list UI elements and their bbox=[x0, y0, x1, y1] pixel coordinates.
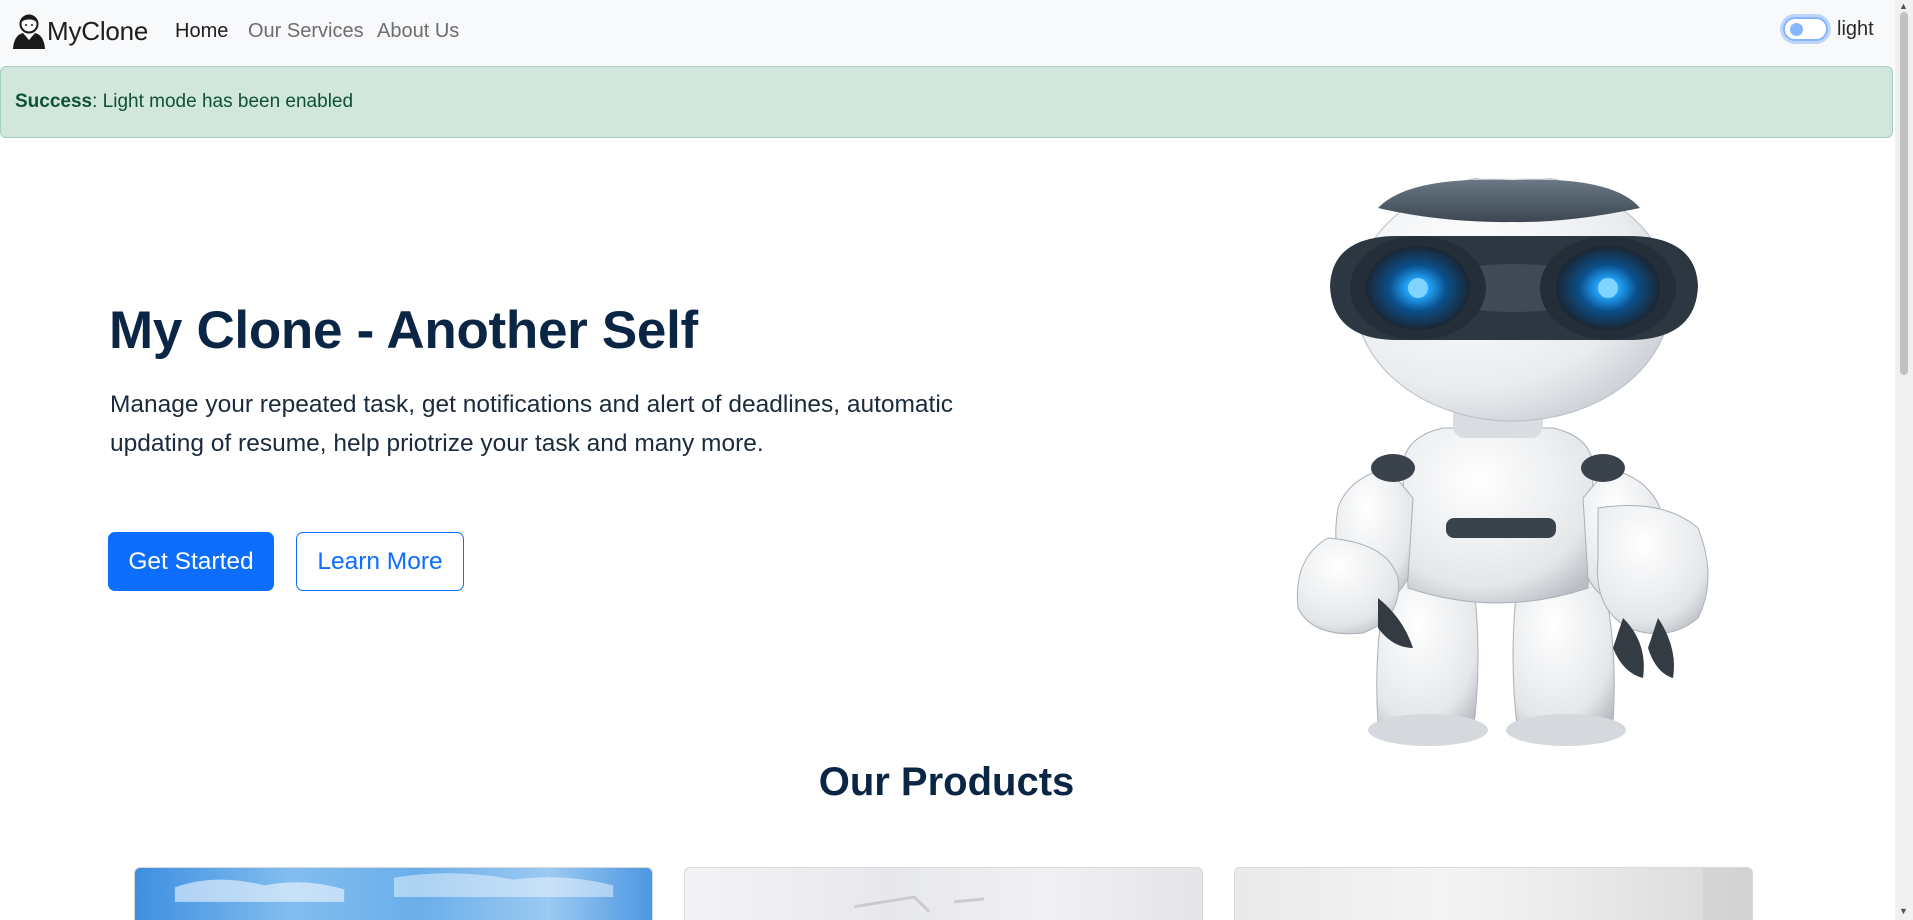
product-card[interactable] bbox=[684, 867, 1203, 920]
robot-illustration bbox=[1296, 178, 1709, 746]
navbar: MyClone Home Our Services About Us light bbox=[0, 0, 1895, 65]
get-started-button[interactable]: Get Started bbox=[108, 532, 274, 591]
product-image-sky bbox=[174, 873, 614, 902]
brand-link[interactable]: MyClone bbox=[12, 13, 148, 49]
toggle-knob bbox=[1790, 23, 1803, 36]
theme-toggle: light bbox=[1783, 17, 1874, 41]
scroll-up-icon[interactable]: ▲ bbox=[1899, 2, 1908, 11]
brand-name: MyClone bbox=[47, 15, 149, 46]
theme-toggle-switch[interactable] bbox=[1783, 17, 1828, 41]
product-image-gray bbox=[1703, 868, 1752, 920]
product-image-white bbox=[854, 895, 984, 913]
page-scrollbar[interactable]: ▲ ▼ bbox=[1895, 0, 1913, 920]
product-card[interactable] bbox=[134, 867, 653, 920]
products-section-title: Our Products bbox=[818, 760, 1075, 804]
alert-strong: Success bbox=[15, 91, 93, 112]
scroll-thumb[interactable] bbox=[1900, 12, 1908, 375]
nav-about-link[interactable]: About Us bbox=[377, 20, 459, 43]
product-card[interactable] bbox=[1234, 867, 1753, 920]
theme-toggle-label: light bbox=[1837, 17, 1874, 40]
nav-services-link[interactable]: Our Services bbox=[248, 20, 364, 43]
success-alert: Success: Light mode has been enabled bbox=[0, 66, 1893, 138]
hero-description: Manage your repeated task, get notificat… bbox=[110, 391, 954, 457]
page: MyClone Home Our Services About Us light… bbox=[0, 0, 1913, 920]
learn-more-button[interactable]: Learn More bbox=[296, 532, 464, 591]
user-avatar-icon bbox=[13, 14, 45, 49]
alert-message: : Light mode has been enabled bbox=[92, 91, 354, 112]
nav-home-link[interactable]: Home bbox=[175, 20, 228, 43]
hero-title: My Clone - Another Self bbox=[109, 301, 698, 360]
scroll-down-icon[interactable]: ▼ bbox=[1899, 907, 1908, 916]
